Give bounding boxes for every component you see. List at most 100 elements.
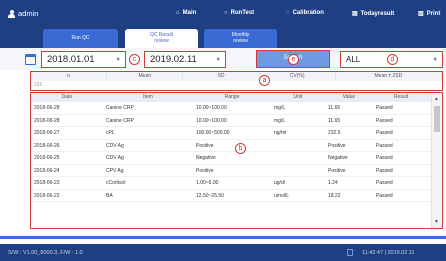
tab-run-qc[interactable]: Run QC [43, 29, 118, 48]
cell-result: Passed [376, 130, 393, 136]
table-row[interactable]: 2018-06-23 BA 12.50~25.50 umol/L 18.22 Passed [31, 190, 442, 202]
cell-range: 12.50~25.50 [196, 192, 224, 199]
scroll-up-icon[interactable]: ▲ [434, 96, 439, 102]
col-value: Value [342, 94, 356, 100]
cell-range: Positive [196, 142, 214, 149]
cell-item: BA [106, 192, 113, 199]
date-to-dropdown-icon[interactable]: ♦ [216, 52, 220, 67]
stats-n-value: 225 [31, 81, 442, 90]
table-row[interactable]: 2018-06-27 cPL 100.00~500.00 ng/ml 232.5 Pass… [31, 127, 442, 140]
nav-main-label: Main [182, 10, 197, 16]
nav-print-label: Print [426, 10, 441, 17]
qc-result-table: Date Item Range Unit Value Result 2018-0… [30, 92, 443, 229]
calibration-icon: ◌ [286, 10, 290, 16]
cell-range: Positive [196, 167, 214, 174]
scroll-thumb[interactable] [434, 106, 440, 132]
cell-item: cPL [106, 130, 115, 136]
tab-run-qc-label: Run QC [71, 35, 90, 41]
cell-unit: mg/L [274, 105, 286, 111]
filter-bar: 2018.01.01 ♦ c 2019.02.11 ♦ Search e ALL… [0, 48, 446, 70]
cell-value: Positive [328, 167, 346, 174]
nav-runtest[interactable]: ○ RunTest [224, 10, 254, 16]
cell-unit: mg/L [274, 117, 286, 124]
col-item: Item [143, 94, 153, 100]
marker-c: c [129, 54, 140, 65]
cell-value: 232.5 [328, 130, 341, 136]
nav-calibration[interactable]: ◌ Calibration [286, 10, 324, 16]
item-select-dropdown-icon[interactable]: ♦ [433, 52, 437, 67]
user-name: admin [18, 9, 39, 18]
cell-unit: umol/L [274, 192, 290, 199]
cell-result: Passed [376, 105, 393, 111]
date-from-field[interactable]: 2018.01.01 ♦ [41, 51, 126, 68]
marker-a: a [259, 75, 270, 86]
top-bar: admin ⌂ Main ○ RunTest ◌ Calibration ▤ T… [0, 0, 446, 27]
cell-item: CPV Ag [106, 167, 124, 174]
scroll-down-icon[interactable]: ▼ [434, 219, 439, 225]
cell-item: cCortisol [106, 180, 126, 186]
version-text: S/W : V1.00_8000.3, F/W : 1.0 [8, 250, 83, 256]
nav-todayresult[interactable]: ▤ Todayresult [352, 10, 395, 18]
nav-calibration-label: Calibration [292, 10, 324, 16]
stats-sd-header: SD [183, 72, 260, 81]
nav-print[interactable]: ▥ Print [418, 10, 441, 18]
cell-result: Passed [376, 142, 393, 149]
cell-date: 2018-06-24 [34, 167, 60, 174]
table-row[interactable]: 2018-06-23 cCortisol 1.00~5.00 ug/dl 1.24 Pas… [31, 177, 442, 190]
table-row[interactable]: 2018-06-24 CPV Ag Positive Positive Passed [31, 165, 442, 177]
cell-item: CDV Ag [106, 142, 124, 149]
cell-date: 2018-06-27 [34, 130, 60, 136]
item-select-value: ALL [346, 55, 361, 64]
cell-value: 1.24 [328, 180, 338, 186]
col-unit: Unit [293, 94, 303, 100]
col-date: Date [61, 94, 73, 100]
cell-result: Passed [376, 192, 393, 199]
cell-item: Canine CRP [106, 117, 134, 124]
table-row[interactable]: 2018-06-28 Canine CRP 10.00~100.00 mg/L 11.6… [31, 102, 442, 115]
nav-main[interactable]: ⌂ Main [176, 10, 196, 16]
table-row[interactable]: 2018-06-25 CDV Ag Negative Negative Passed [31, 152, 442, 165]
cell-range: 10.00~100.00 [196, 105, 227, 111]
stats-mean-header: Mean [107, 72, 184, 81]
cell-date: 2018-06-25 [34, 155, 60, 161]
col-result: Result [393, 94, 409, 100]
marker-d: d [387, 54, 398, 65]
cell-unit: ng/ml [274, 130, 287, 136]
stats-panel: n Mean SD CV(%) Mean ± 2SD 225 a [30, 71, 443, 91]
nav-todayresult-label: Todayresult [360, 10, 395, 17]
cell-value: 18.22 [328, 192, 341, 199]
home-icon: ⌂ [176, 10, 180, 16]
tab-qc-result-line2: review [154, 38, 169, 44]
table-scrollbar[interactable]: ▲ ▼ [431, 93, 442, 228]
date-from-dropdown-icon[interactable]: ♦ [116, 52, 120, 67]
tab-monthly-review[interactable]: Monthly review [204, 29, 277, 48]
stats-cv-header: CV(%) [260, 72, 336, 81]
marker-e: e [288, 54, 299, 65]
date-to-value: 2019.02.11 [150, 54, 197, 65]
stats-header: n Mean SD CV(%) Mean ± 2SD [31, 72, 443, 81]
cell-date: 2018-06-23 [34, 192, 60, 199]
cell-date: 2018-06-28 [34, 105, 60, 111]
status-footer: S/W : V1.00_8000.3, F/W : 1.0 11:42:47 |… [0, 244, 446, 261]
lock-icon [347, 249, 353, 256]
tab-qc-result-review[interactable]: QC Result review [125, 29, 198, 48]
cell-result: Passed [376, 155, 393, 161]
nav-runtest-label: RunTest [230, 10, 255, 16]
cell-date: 2018-06-28 [34, 117, 60, 124]
cell-range: 10.00~100.00 [196, 117, 227, 124]
cell-date: 2018-06-23 [34, 180, 60, 186]
calendar-icon[interactable] [25, 54, 36, 65]
date-to-field[interactable]: 2019.02.11 ♦ [144, 51, 226, 68]
user-icon [8, 9, 15, 18]
cell-value: 11.65 [328, 105, 341, 111]
table-header: Date Item Range Unit Value Result [31, 93, 442, 102]
cell-item: CDV Ag [106, 155, 124, 161]
marker-b: b [235, 143, 246, 154]
datetime-text: 11:42:47 | 2019.02.11 [362, 250, 415, 256]
message-bar [0, 236, 446, 239]
cell-value: Negative [328, 155, 348, 161]
stats-n-header: n [31, 72, 108, 81]
table-row[interactable]: 2018-06-28 Canine CRP 10.00~100.00 mg/L 11.6… [31, 115, 442, 127]
cell-range: Negative [196, 155, 216, 161]
cell-unit: ug/dl [274, 180, 285, 186]
